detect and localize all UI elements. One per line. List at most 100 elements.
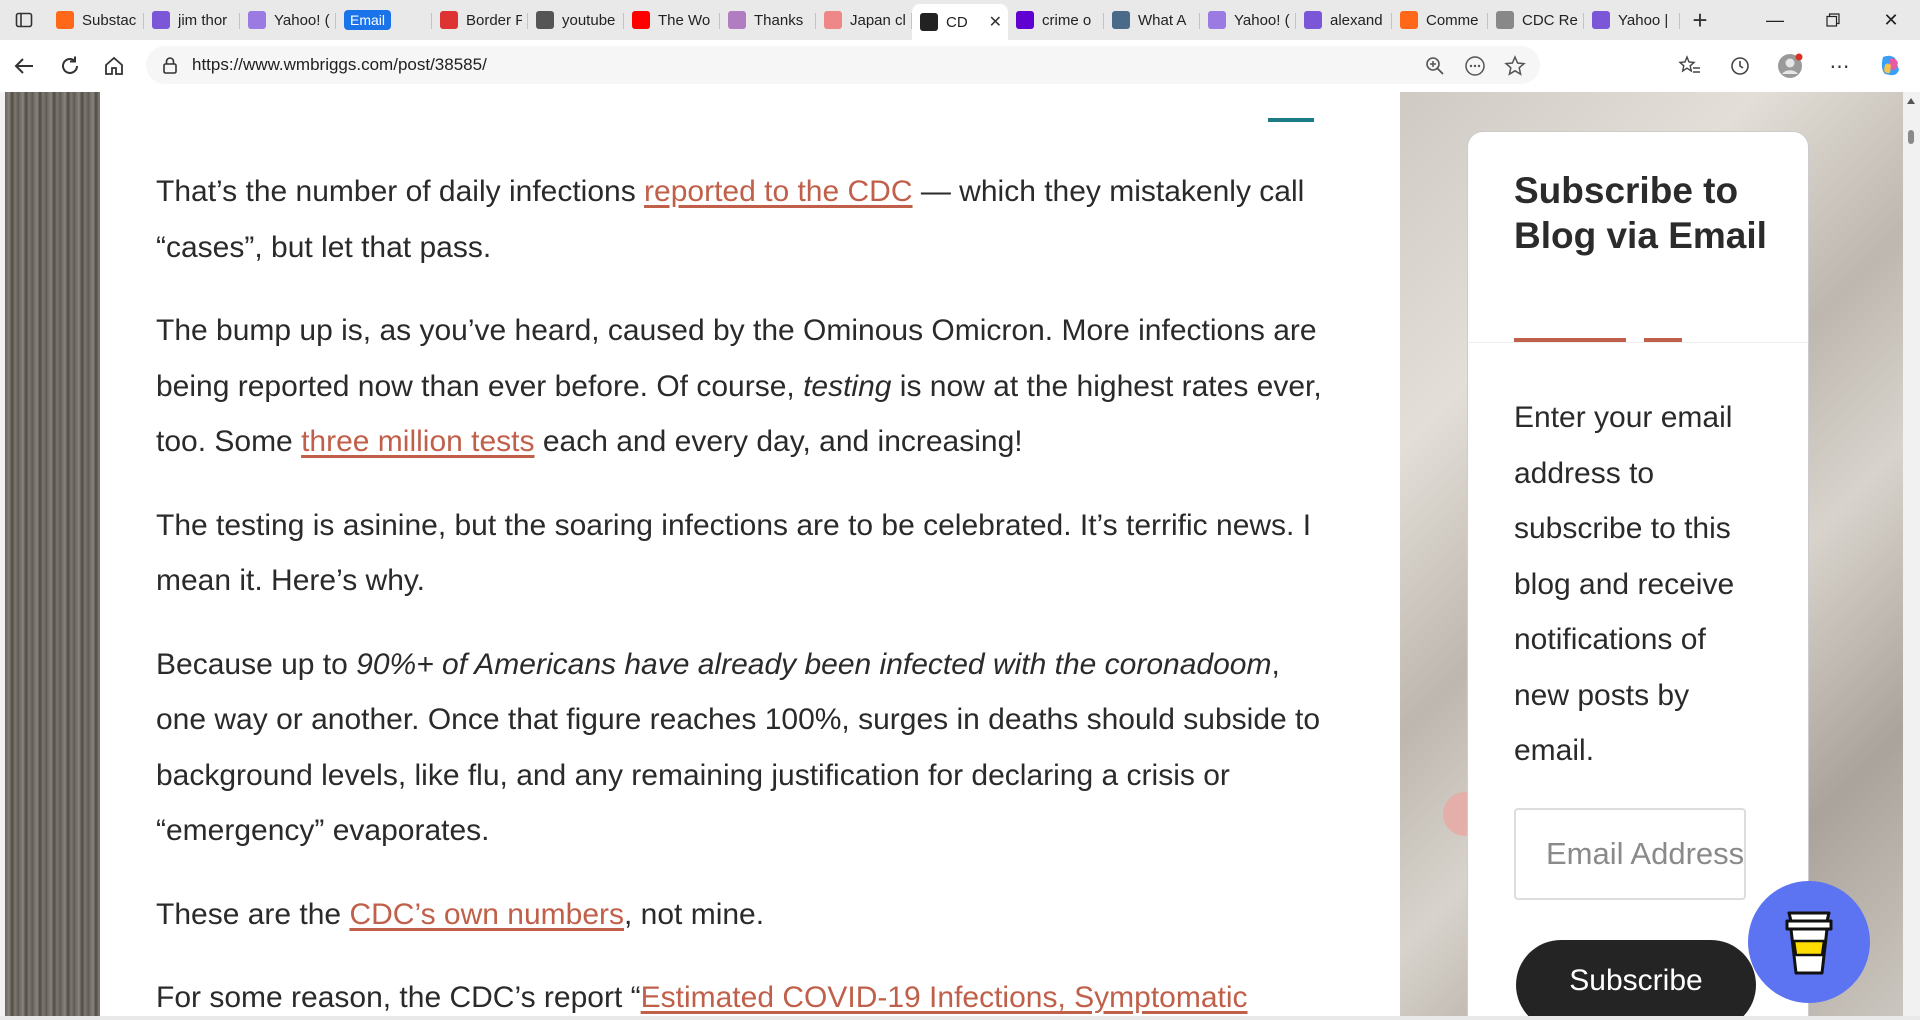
back-button[interactable] — [2, 44, 46, 88]
close-window-button[interactable]: ✕ — [1862, 0, 1920, 40]
tab-title: Thanks — [754, 11, 804, 29]
yahoo-answers-icon — [1208, 11, 1226, 29]
minimize-icon: — — [1766, 9, 1784, 30]
scrollbar-thumb[interactable] — [1908, 130, 1914, 144]
tab-title: Border F — [466, 11, 522, 29]
link-reported-to-cdc[interactable]: reported to the CDC — [644, 175, 912, 208]
tab-title: jim thor — [178, 11, 228, 29]
paragraph-1: That’s the number of daily infections re… — [156, 164, 1336, 275]
minimize-button[interactable]: — — [1746, 0, 1804, 40]
tab-8[interactable]: Japan cl — [816, 4, 912, 36]
tab-title: Yahoo! ( — [1234, 11, 1290, 29]
yahoo-icon — [1592, 11, 1610, 29]
background-image-left — [5, 92, 100, 1016]
home-icon — [105, 56, 123, 75]
fp-icon — [1496, 11, 1514, 29]
profile-button[interactable] — [1768, 44, 1812, 88]
tab-actions-icon — [15, 12, 33, 28]
tab-13[interactable]: alexand — [1296, 4, 1392, 36]
lock-icon[interactable] — [160, 55, 180, 75]
widget-description: Enter your email address to subscribe to… — [1514, 401, 1735, 767]
tab-12[interactable]: Yahoo! ( — [1200, 4, 1296, 36]
zoom-button[interactable] — [1420, 52, 1450, 80]
tab-9[interactable]: CD ✕ — [912, 4, 1008, 40]
zoom-in-icon — [1426, 57, 1444, 75]
youtube-icon — [824, 11, 842, 29]
paragraph-3: The testing is asinine, but the soaring … — [156, 498, 1336, 609]
tab-15[interactable]: CDC Re — [1488, 4, 1584, 36]
ellipsis-icon: ⋯ — [1829, 55, 1851, 78]
tab-11[interactable]: What A — [1104, 4, 1200, 36]
link-estimated-covid-infections[interactable]: Estimated COVID-19 Infections, Symptomat… — [641, 981, 1248, 1014]
read-aloud-button[interactable] — [1460, 52, 1490, 80]
tab-1[interactable]: jim thor — [144, 4, 240, 36]
browser-toolbar: https://www.wmbriggs.com/post/38585/ ⋯ — [0, 40, 1920, 92]
tab-title: crime o — [1042, 11, 1092, 29]
tab-actions-button[interactable] — [0, 0, 48, 40]
article-body: That’s the number of daily infections re… — [156, 164, 1336, 1016]
tab-title: CD — [946, 13, 968, 31]
search-icon — [536, 11, 554, 29]
youtube-icon — [632, 11, 650, 29]
tab-strip: Substac jim thor Yahoo! ( Email Border F yout… — [0, 0, 1920, 40]
subscribe-button[interactable]: Subscribe — [1516, 940, 1756, 1016]
site-icon — [920, 13, 938, 31]
address-bar-actions — [1420, 52, 1530, 80]
tab-title: What A — [1138, 11, 1187, 29]
tab-title: CDC Re — [1522, 11, 1578, 29]
tab-5[interactable]: youtube — [528, 4, 624, 36]
cube-icon — [1112, 11, 1130, 29]
tab-title: Yahoo | — [1618, 11, 1669, 29]
scroll-up-arrow-icon[interactable] — [1907, 98, 1915, 104]
subscribe-widget: Subscribe to Blog via Email Enter your e… — [1467, 131, 1809, 1016]
article-content: That’s the number of daily infections re… — [100, 92, 1487, 1016]
paragraph-text: For some reason, the CDC’s report “ — [156, 981, 641, 1014]
close-icon: ✕ — [1883, 9, 1899, 30]
paragraph-5: These are the CDC’s own numbers, not min… — [156, 887, 1336, 943]
address-bar[interactable]: https://www.wmbriggs.com/post/38585/ — [146, 46, 1540, 84]
tab-title: alexand — [1330, 11, 1383, 29]
home-button[interactable] — [92, 44, 136, 88]
tab-10[interactable]: crime o — [1008, 4, 1104, 36]
refresh-button[interactable] — [48, 44, 92, 88]
new-tab-button[interactable]: + — [1680, 0, 1720, 40]
more-options-button[interactable]: ⋯ — [1818, 44, 1862, 88]
paragraph-4: Because up to 90%+ of Americans have alr… — [156, 637, 1336, 859]
link-three-million-tests[interactable]: three million tests — [301, 425, 534, 458]
favorites-button[interactable] — [1668, 44, 1712, 88]
restore-icon — [1826, 13, 1840, 27]
yahoo-icon — [1304, 11, 1322, 29]
tab-2[interactable]: Yahoo! ( — [240, 4, 336, 36]
toolbar-right-actions: ⋯ — [1668, 44, 1920, 88]
favorite-button[interactable] — [1500, 52, 1530, 80]
tab-list: Substac jim thor Yahoo! ( Email Border F yout… — [48, 0, 1680, 40]
refresh-icon — [62, 56, 78, 74]
tab-7[interactable]: Thanks — [720, 4, 816, 36]
link-cdc-own-numbers[interactable]: CDC’s own numbers — [349, 898, 624, 931]
tab-title: Yahoo! ( — [274, 11, 330, 29]
tab-4[interactable]: Border F — [432, 4, 528, 36]
page-scrollbar[interactable] — [1903, 92, 1920, 1020]
history-button[interactable] — [1718, 44, 1762, 88]
tab-6[interactable]: The Wo — [624, 4, 720, 36]
url-text[interactable]: https://www.wmbriggs.com/post/38585/ — [192, 55, 487, 75]
copilot-button[interactable] — [1868, 44, 1912, 88]
window-controls: — ✕ — [1746, 0, 1920, 40]
tab-title: Substac — [82, 11, 137, 29]
tab-0[interactable]: Substac — [48, 4, 144, 36]
email-field[interactable] — [1514, 808, 1746, 900]
tab-title: The Wo — [658, 11, 711, 29]
ap-icon — [440, 11, 458, 29]
yahoo-icon — [1016, 11, 1034, 29]
tab-16[interactable]: Yahoo | — [1584, 4, 1680, 36]
coffee-cup-icon — [1785, 911, 1833, 975]
paragraph-2: The bump up is, as you’ve heard, caused … — [156, 303, 1336, 470]
web-page: That’s the number of daily infections re… — [5, 92, 1903, 1016]
tab-title: Japan cl — [850, 11, 906, 29]
tab-3[interactable]: Email — [336, 4, 432, 36]
buy-me-a-coffee-button[interactable] — [1748, 881, 1870, 1003]
yahoo-answers-icon — [248, 11, 266, 29]
tab-14[interactable]: Comme — [1392, 4, 1488, 36]
close-tab-icon[interactable]: ✕ — [989, 12, 1002, 32]
restore-button[interactable] — [1804, 0, 1862, 40]
